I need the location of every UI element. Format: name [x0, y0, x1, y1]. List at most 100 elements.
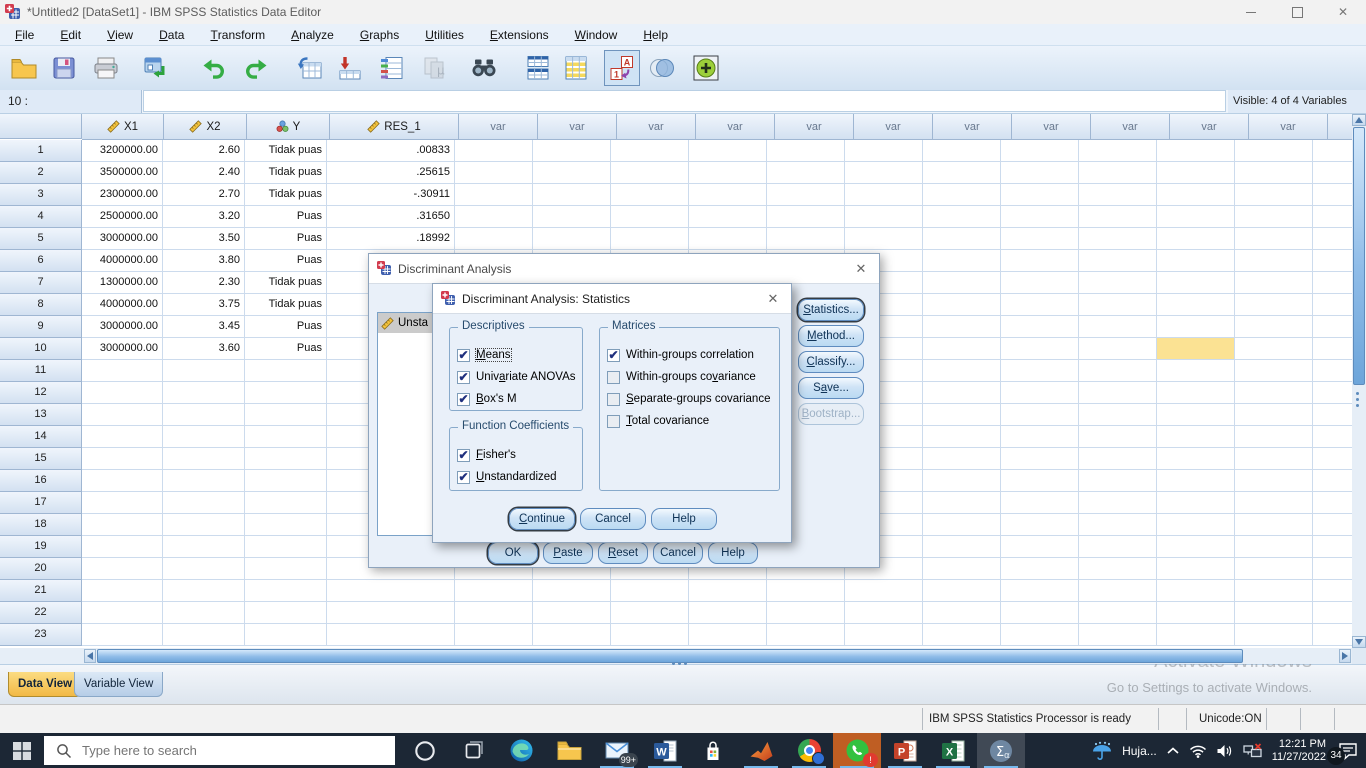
cell[interactable] [1235, 470, 1313, 492]
cell[interactable]: 2.30 [163, 272, 245, 294]
cell[interactable] [1001, 426, 1079, 448]
cell[interactable] [82, 536, 163, 558]
cell[interactable] [923, 272, 1001, 294]
cell[interactable] [82, 558, 163, 580]
cell[interactable] [1157, 514, 1235, 536]
cell[interactable]: Tidak puas [245, 272, 327, 294]
cell[interactable] [1313, 316, 1352, 338]
cell[interactable] [245, 514, 327, 536]
taskbar-search[interactable] [44, 736, 395, 765]
split-file-button[interactable] [520, 50, 556, 86]
cell[interactable] [689, 602, 767, 624]
cell[interactable] [1157, 492, 1235, 514]
minimize-button[interactable] [1228, 0, 1274, 24]
cell[interactable] [1157, 558, 1235, 580]
checkbox-box[interactable] [457, 471, 470, 484]
wifi-icon[interactable] [1189, 744, 1207, 758]
cell[interactable] [923, 162, 1001, 184]
cell[interactable] [82, 514, 163, 536]
cell[interactable] [82, 382, 163, 404]
cell[interactable]: .31650 [327, 206, 455, 228]
cell[interactable] [1079, 470, 1157, 492]
cell[interactable] [611, 228, 689, 250]
help-button[interactable]: Help [651, 508, 717, 530]
row-header-11[interactable]: 11 [0, 360, 82, 382]
checkbox-box-s-m[interactable]: Box's M [457, 388, 582, 410]
cell[interactable] [245, 580, 327, 602]
cell[interactable] [245, 602, 327, 624]
cell[interactable] [1001, 338, 1079, 360]
cell[interactable]: 3500000.00 [82, 162, 163, 184]
cell[interactable] [82, 470, 163, 492]
tray-chevron-icon[interactable] [1166, 746, 1180, 756]
cell[interactable] [1001, 448, 1079, 470]
dialog-close-icon[interactable]: ✕ [763, 291, 783, 307]
menu-transform[interactable]: Transform [197, 24, 278, 46]
cell[interactable] [1157, 294, 1235, 316]
cell[interactable] [1001, 514, 1079, 536]
variables-button[interactable] [374, 50, 410, 86]
cell[interactable]: 3000000.00 [82, 316, 163, 338]
cell[interactable] [845, 228, 923, 250]
cell[interactable] [533, 206, 611, 228]
menu-file[interactable]: File [2, 24, 47, 46]
cell[interactable] [1079, 360, 1157, 382]
cell[interactable] [1157, 536, 1235, 558]
column-header-var[interactable]: var [775, 114, 854, 140]
cell[interactable] [923, 470, 1001, 492]
row-header-21[interactable]: 21 [0, 580, 82, 602]
cell[interactable] [1235, 558, 1313, 580]
checkbox-box[interactable] [457, 449, 470, 462]
cell[interactable] [163, 404, 245, 426]
cell[interactable] [533, 162, 611, 184]
cell[interactable]: 4000000.00 [82, 294, 163, 316]
row-header-18[interactable]: 18 [0, 514, 82, 536]
row-header-19[interactable]: 19 [0, 536, 82, 558]
cell[interactable] [455, 140, 533, 162]
cell[interactable] [1157, 470, 1235, 492]
cell[interactable]: 3000000.00 [82, 338, 163, 360]
cell[interactable] [163, 360, 245, 382]
vscroll-thumb[interactable] [1353, 127, 1365, 385]
cell[interactable] [1079, 272, 1157, 294]
cell[interactable] [923, 338, 1001, 360]
cell[interactable] [611, 184, 689, 206]
cell[interactable] [1001, 272, 1079, 294]
cell[interactable] [1313, 448, 1352, 470]
checkbox-unstandardized[interactable]: Unstandardized [457, 466, 582, 488]
cell[interactable] [1079, 558, 1157, 580]
cell[interactable] [327, 580, 455, 602]
cell[interactable] [923, 624, 1001, 646]
cell[interactable] [923, 294, 1001, 316]
cell[interactable] [1157, 162, 1235, 184]
row-header-2[interactable]: 2 [0, 162, 82, 184]
cell[interactable] [1001, 294, 1079, 316]
column-header-var[interactable]: var [1012, 114, 1091, 140]
method-button[interactable]: Method... [798, 325, 864, 347]
menu-view[interactable]: View [94, 24, 146, 46]
cell[interactable] [611, 140, 689, 162]
cell[interactable] [923, 558, 1001, 580]
row-header-3[interactable]: 3 [0, 184, 82, 206]
cell[interactable]: 2.70 [163, 184, 245, 206]
cell[interactable] [923, 514, 1001, 536]
cell[interactable]: 3.20 [163, 206, 245, 228]
chrome-taskbar-icon[interactable] [785, 733, 833, 768]
cell[interactable] [767, 624, 845, 646]
cell[interactable] [1313, 602, 1352, 624]
cell[interactable]: Tidak puas [245, 140, 327, 162]
cell[interactable] [1079, 602, 1157, 624]
cell[interactable]: Puas [245, 228, 327, 250]
cell[interactable] [455, 228, 533, 250]
cell[interactable] [923, 140, 1001, 162]
cell[interactable] [82, 624, 163, 646]
column-header-var[interactable]: var [459, 114, 538, 140]
row-header-22[interactable]: 22 [0, 602, 82, 624]
cell[interactable] [1157, 316, 1235, 338]
cell[interactable] [1235, 272, 1313, 294]
column-header-y[interactable]: Y [247, 114, 330, 140]
paste-button[interactable]: Paste [543, 542, 593, 564]
cell[interactable] [1079, 404, 1157, 426]
cell[interactable] [611, 162, 689, 184]
weather-label[interactable]: Huja... [1122, 744, 1157, 758]
